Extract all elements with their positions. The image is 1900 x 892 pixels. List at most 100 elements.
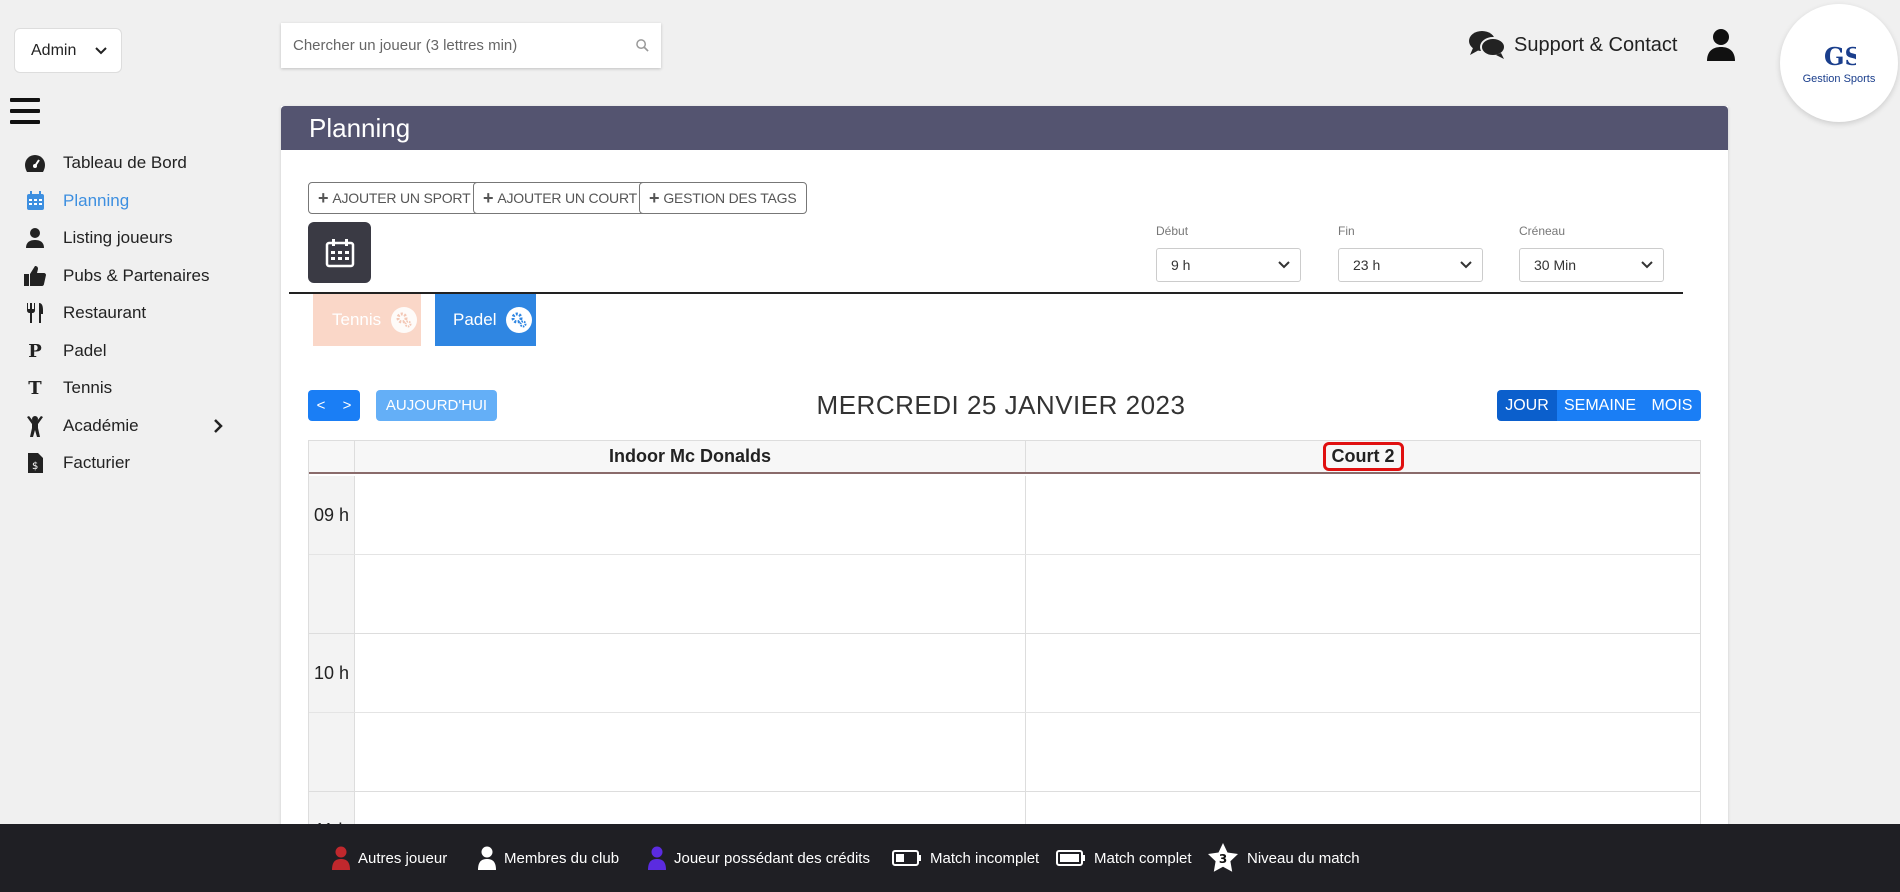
svg-text:3: 3 — [1219, 852, 1227, 866]
tab-padel-label: Padel — [453, 310, 497, 329]
sidebar-item-facturier[interactable]: $ Facturier — [24, 449, 234, 477]
start-hour-value: 9 h — [1171, 257, 1191, 273]
star-level-icon: 3 — [1208, 843, 1238, 872]
chevron-right-icon[interactable] — [214, 419, 223, 433]
slot-cell[interactable] — [1026, 634, 1700, 712]
slot-cell[interactable] — [355, 713, 1026, 791]
role-select[interactable]: Admin — [14, 28, 122, 73]
gears-icon[interactable] — [391, 307, 418, 333]
next-day-button[interactable]: > — [334, 390, 360, 421]
legend-match-level: 3 Niveau du match — [1207, 824, 1360, 892]
child-icon — [24, 415, 46, 437]
page-title: Planning — [281, 106, 1728, 150]
start-hour-select[interactable]: 9 h — [1156, 248, 1301, 282]
court-name-highlighted: Court 2 — [1322, 442, 1404, 471]
calendar-picker-button[interactable] — [308, 222, 371, 283]
slot-label: Créneau — [1519, 224, 1566, 238]
prev-day-button[interactable]: < — [308, 390, 334, 421]
sidebar-item-label: Planning — [63, 191, 130, 210]
battery-full-icon — [1056, 850, 1085, 866]
sidebar-item-partners[interactable]: Pubs & Partenaires — [24, 262, 234, 290]
chevron-down-icon — [95, 46, 107, 54]
court-column-header: Indoor Mc Donalds — [355, 441, 1026, 472]
add-sport-button[interactable]: + AJOUTER UN SPORT — [308, 182, 481, 214]
manage-tags-button[interactable]: + GESTION DES TAGS — [639, 182, 807, 214]
add-court-button[interactable]: + AJOUTER UN COURT — [473, 182, 647, 214]
utensils-icon — [24, 302, 46, 324]
plus-icon: + — [649, 187, 660, 208]
support-label: Support & Contact — [1514, 33, 1678, 56]
current-date-title: MERCREDI 25 JANVIER 2023 — [816, 390, 1186, 420]
time-slot-row: 10 h — [309, 634, 1700, 713]
legend-bar: Autres joueur Membres du club Joueur pos… — [0, 824, 1900, 892]
view-day-button[interactable]: JOUR — [1497, 390, 1557, 421]
sidebar-item-label: Restaurant — [63, 303, 147, 322]
calendar-icon — [24, 190, 46, 212]
end-label: Fin — [1338, 224, 1355, 238]
sidebar-item-dashboard[interactable]: Tableau de Bord — [24, 149, 234, 177]
sidebar-item-label: Listing joueurs — [63, 228, 173, 247]
tab-padel[interactable]: Padel — [435, 294, 536, 346]
manage-tags-label: GESTION DES TAGS — [663, 190, 797, 206]
slot-cell[interactable] — [1026, 713, 1700, 791]
sidebar-item-academie[interactable]: Académie — [24, 412, 234, 440]
support-contact-link[interactable]: Support & Contact — [1468, 28, 1677, 62]
slot-cell[interactable] — [355, 555, 1026, 633]
logo-mark-icon: GS — [1824, 42, 1856, 71]
time-slot-row — [309, 713, 1700, 792]
schedule-body: 09 h 10 h 11 h — [309, 476, 1700, 871]
legend-label: Joueur possédant des crédits — [674, 849, 870, 867]
view-month-button[interactable]: MOIS — [1643, 390, 1701, 421]
slot-duration-value: 30 Min — [1534, 257, 1577, 273]
slot-duration-select[interactable]: 30 Min — [1519, 248, 1664, 282]
legend-label: Autres joueur — [358, 849, 448, 867]
sidebar-item-padel[interactable]: P Padel — [24, 337, 234, 365]
legend-other-players: Autres joueur — [332, 824, 447, 892]
user-red-icon — [332, 846, 350, 870]
sidebar-item-restaurant[interactable]: Restaurant — [24, 299, 234, 327]
user-white-icon — [478, 846, 496, 870]
user-purple-icon — [648, 846, 666, 870]
sidebar-item-label: Tableau de Bord — [63, 153, 187, 172]
sidebar-item-tennis[interactable]: T Tennis — [24, 374, 234, 402]
user-account-icon[interactable] — [1706, 28, 1736, 62]
slot-cell[interactable] — [1026, 555, 1700, 633]
search-placeholder: Chercher un joueur (3 lettres min) — [293, 37, 518, 54]
time-label: 09 h — [309, 476, 355, 554]
sidebar-item-planning[interactable]: Planning — [24, 187, 234, 215]
letter-p-icon: P — [28, 340, 42, 362]
search-icon[interactable] — [636, 39, 649, 52]
view-week-button[interactable]: SEMAINE — [1557, 390, 1643, 421]
slot-cell[interactable] — [1026, 476, 1700, 554]
add-court-label: AJOUTER UN COURT — [497, 190, 637, 206]
menu-toggle-icon[interactable] — [10, 98, 40, 126]
gestion-sports-logo[interactable]: GS Gestion Sports — [1780, 4, 1898, 122]
court-name: Indoor Mc Donalds — [609, 446, 771, 466]
slot-cell[interactable] — [355, 476, 1026, 554]
battery-half-icon — [892, 850, 921, 866]
sidebar-item-players[interactable]: Listing joueurs — [24, 224, 234, 252]
legend-label: Membres du club — [504, 849, 620, 867]
end-hour-select[interactable]: 23 h — [1338, 248, 1483, 282]
schedule-header: Indoor Mc Donalds Court 2 — [309, 441, 1700, 474]
plus-icon: + — [483, 187, 494, 208]
tab-tennis[interactable]: Tennis — [313, 294, 421, 346]
calendar-icon — [325, 238, 354, 267]
search-input[interactable]: Chercher un joueur (3 lettres min) — [281, 23, 661, 68]
today-button[interactable]: AUJOURD'HUI — [376, 390, 497, 421]
legend-club-members: Membres du club — [478, 824, 619, 892]
svg-text:GS: GS — [1824, 42, 1856, 71]
gears-icon[interactable] — [506, 307, 533, 333]
chevron-down-icon — [1460, 261, 1472, 269]
time-slot-row — [309, 555, 1700, 634]
sidebar-item-label: Tennis — [63, 378, 113, 397]
logo-text: Gestion Sports — [1802, 73, 1876, 85]
time-slot-row: 09 h — [309, 476, 1700, 555]
slot-cell[interactable] — [355, 634, 1026, 712]
plus-icon: + — [318, 187, 329, 208]
svg-text:$: $ — [32, 461, 38, 472]
chevron-down-icon — [1278, 261, 1290, 269]
start-label: Début — [1156, 224, 1189, 238]
role-select-value: Admin — [31, 41, 77, 59]
legend-label: Niveau du match — [1247, 849, 1360, 867]
